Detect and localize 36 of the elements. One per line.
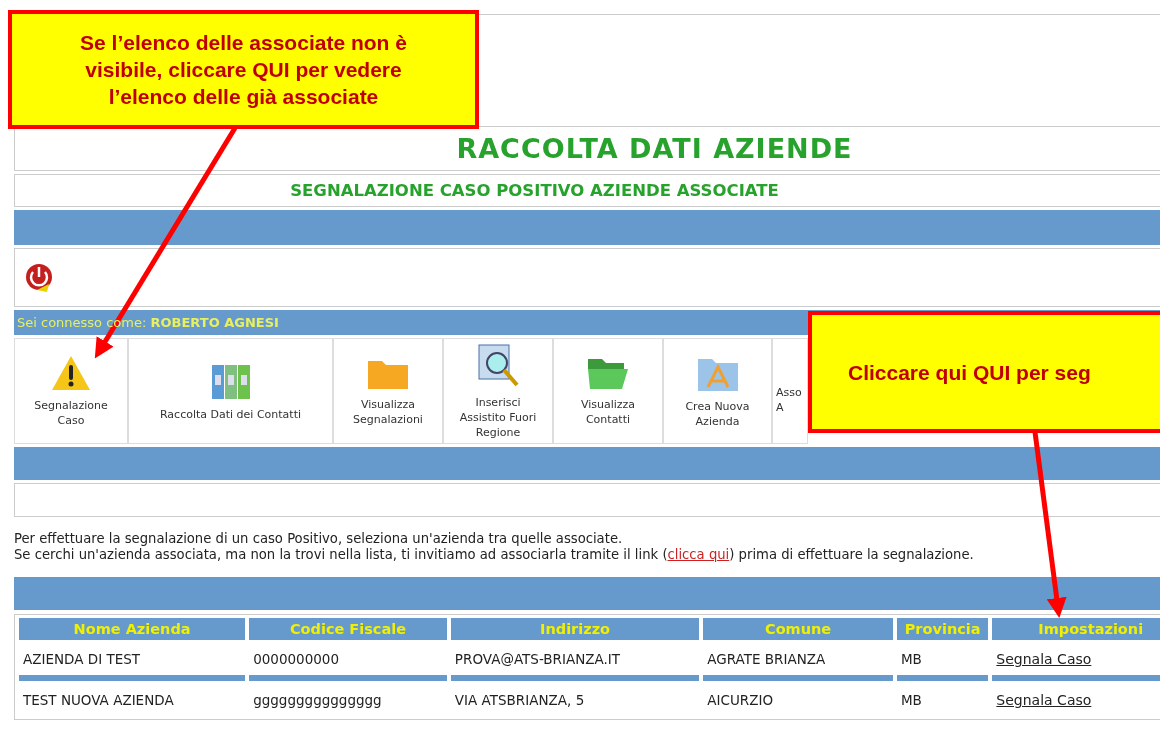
power-button-icon[interactable]: [23, 261, 55, 294]
toolbar-item[interactable]: Asso A: [772, 338, 808, 444]
table-cell: TEST NUOVA AZIENDA: [23, 692, 174, 708]
magnifier-icon: [475, 342, 521, 389]
instruction-text: Se cerchi un'azienda associata, ma non la trovi nella lista, ti invitiamo ad associarla tramite il link (clicca qui) prima di effettuare la segnalazione.: [14, 547, 975, 563]
table-cell: MB: [900, 692, 922, 708]
column-header: Codice Fiscale: [249, 618, 447, 640]
callout-note: Cliccare qui QUI per seg: [808, 311, 1160, 433]
report-case-link[interactable]: Segnala Caso: [996, 692, 1092, 708]
column-header: Indirizzo: [450, 618, 700, 640]
table-cell: PROVA@ATS-BRIANZA.IT: [454, 651, 620, 667]
toolbar-item[interactable]: Raccolta Dati dei Contatti: [128, 338, 333, 444]
report-case-link[interactable]: Segnala Caso: [996, 651, 1092, 667]
column-header: Comune: [703, 618, 893, 640]
toolbar-item[interactable]: Crea Nuova Azienda: [663, 338, 772, 444]
toolbar-item[interactable]: Visualizza Contatti: [553, 338, 663, 444]
table-cell: AZIENDA DI TEST: [23, 651, 141, 667]
table-cell: ggggggggggggggg: [253, 692, 382, 708]
associate-link[interactable]: clicca qui: [667, 547, 730, 562]
table-cell: AICURZIO: [707, 692, 774, 708]
instruction-text: Per effettuare la segnalazione di un caso Positivo, seleziona un'azienda tra quelle associate.: [14, 531, 624, 547]
page-title: RACCOLTA DATI AZIENDE: [456, 133, 853, 164]
table-cell: MB: [900, 651, 922, 667]
column-header: Provincia: [896, 618, 989, 640]
user-name: ROBERTO AGNESI: [150, 315, 279, 330]
page-subtitle: SEGNALAZIONE CASO POSITIVO AZIENDE ASSOCIATE: [290, 181, 779, 200]
callout-note: Se l’elenco delle associate non è visibile, cliccare QUI per vedere l’elenco delle già associate: [8, 10, 479, 129]
table-cell: VIA ATSBRIANZA, 5: [454, 692, 585, 708]
toolbar-item[interactable]: Segnalazione Caso: [14, 338, 128, 444]
column-header: Impostazioni: [992, 618, 1160, 640]
warning-icon: [50, 354, 92, 392]
toolbar-item[interactable]: Inserisci Assistito Fuori Regione: [443, 338, 553, 444]
toolbar-item[interactable]: Visualizza Segnalazioni: [333, 338, 443, 444]
column-header: Nome Azienda: [19, 618, 246, 640]
table-cell: AGRATE BRIANZA: [707, 651, 826, 667]
table-cell: 0000000000: [253, 651, 340, 667]
